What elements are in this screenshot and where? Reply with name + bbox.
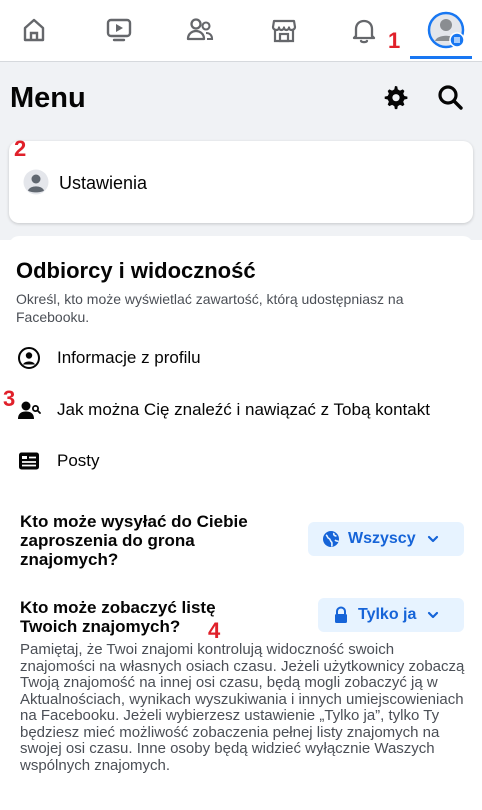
bell-icon[interactable] [342,8,386,52]
list-item-label: Posty [57,451,100,470]
settings-label: Ustawienia [59,173,148,193]
marketplace-icon[interactable] [262,8,306,52]
friend-list-note: Pamiętaj, że Twoi znajomi kontrolują wid… [20,641,465,774]
find-contact-icon [16,397,42,423]
friends-icon[interactable] [178,8,222,52]
friend-request-value: Wszyscy [348,530,416,547]
avatar [23,169,49,195]
top-navigation [0,0,482,60]
annotation-4: 4 [208,618,221,643]
friend-list-dropdown[interactable]: Tylko ja [318,598,464,632]
gear-icon[interactable] [380,82,410,112]
chevron-down-icon [426,608,440,622]
lock-icon [332,606,350,624]
globe-icon [322,530,340,548]
list-item-label: Informacje z profilu [57,348,201,367]
section-description: Określ, kto może wyświetlać zawartość, k… [16,291,404,325]
posts-icon [16,448,42,474]
profile-info-icon [16,345,42,371]
settings-card[interactable]: Ustawienia [9,141,473,223]
section-title: Odbiorcy i widoczność [16,258,256,283]
page-title: Menu [10,82,86,114]
friend-request-dropdown[interactable]: Wszyscy [308,522,464,556]
list-item-label: Jak można Cię znaleźć i nawiązać z Tobą … [57,400,430,419]
list-item-profile-info[interactable]: Informacje z profilu [16,341,482,375]
home-icon[interactable] [12,8,56,52]
annotation-3: 3 [3,386,16,411]
annotation-1: 1 [388,28,401,53]
annotation-2: 2 [14,136,27,161]
friend-request-question: Kto może wysyłać do Ciebie zaproszenia d… [20,512,248,569]
video-icon[interactable] [97,8,141,52]
list-item-find-contact[interactable]: Jak można Cię znaleźć i nawiązać z Tobą … [16,393,482,427]
active-tab-indicator [410,56,472,59]
profile-menu-icon[interactable] [424,8,468,52]
friend-list-value: Tylko ja [358,606,417,623]
search-icon[interactable] [435,82,465,112]
list-item-posts[interactable]: Posty [16,444,482,478]
chevron-down-icon [426,532,440,546]
friend-list-question: Kto może zobaczyć listę Twoich znajomych… [20,598,216,636]
